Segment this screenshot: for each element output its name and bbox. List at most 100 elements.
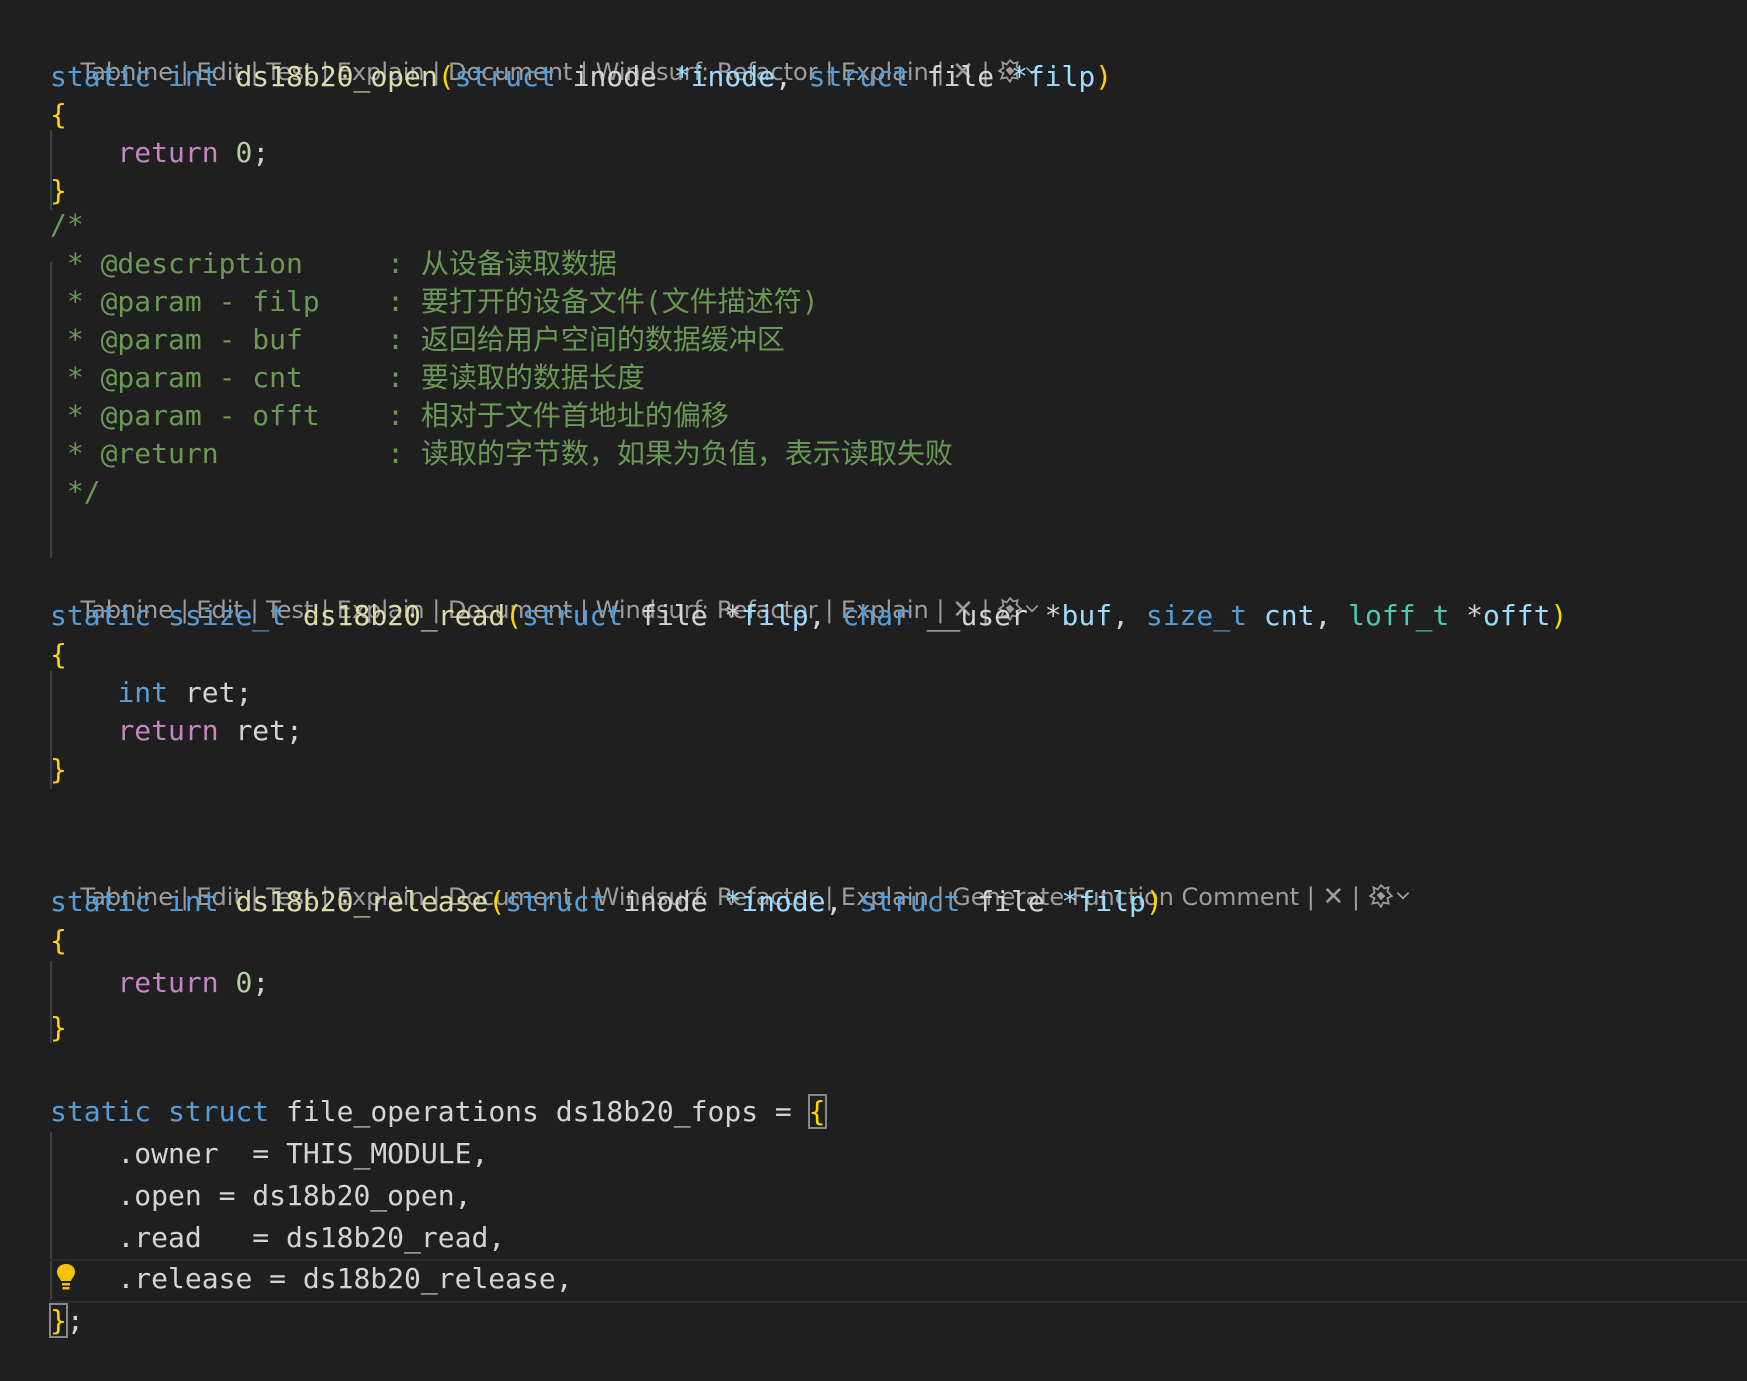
- code-line[interactable]: * @param - offt : 相对于文件首地址的偏移: [50, 395, 1747, 437]
- code-line[interactable]: return 0;: [50, 132, 1747, 174]
- token: file: [926, 60, 995, 93]
- token: static: [50, 1095, 152, 1128]
- token: ,: [1314, 599, 1332, 632]
- token: 0: [235, 966, 253, 999]
- token: struct: [808, 60, 910, 93]
- token: *inode: [673, 60, 775, 93]
- token: int: [168, 60, 219, 93]
- token: static: [50, 60, 152, 93]
- token: offt: [1483, 599, 1551, 632]
- code-line[interactable]: }: [50, 1007, 1747, 1049]
- code-line[interactable]: .read = ds18b20_read,: [50, 1217, 1747, 1259]
- token: inode: [572, 60, 657, 93]
- code-line[interactable]: }: [50, 749, 1747, 791]
- token: static: [50, 885, 152, 918]
- token: *: [1466, 599, 1484, 632]
- code-editor[interactable]: Tabnine | Edit | Test | Explain | Docume…: [0, 0, 1747, 1381]
- code-lens-open: Tabnine | Edit | Test | Explain | Docume…: [50, 24, 1041, 87]
- token: file: [977, 885, 1045, 918]
- token: ;: [235, 676, 253, 709]
- token: .open = ds18b20_open,: [117, 1179, 472, 1212]
- token: }: [50, 174, 67, 207]
- code-line[interactable]: * @return : 读取的字节数，如果为负值，表示读取失败: [50, 433, 1747, 475]
- token: .read = ds18b20_read,: [117, 1221, 506, 1254]
- token: filp: [741, 599, 809, 632]
- token: ds18b20_read: [302, 599, 506, 632]
- code-line[interactable]: {: [50, 94, 1747, 136]
- token: =: [774, 1095, 792, 1128]
- token: struct: [859, 885, 961, 918]
- token: ,: [774, 60, 792, 93]
- code-line[interactable]: int ret;: [50, 672, 1747, 714]
- token: {: [50, 98, 67, 131]
- code-line[interactable]: static struct file_operations ds18b20_fo…: [50, 1091, 1747, 1133]
- token: *: [724, 599, 742, 632]
- bracket-match: }: [49, 1303, 68, 1338]
- code-line[interactable]: };: [49, 1300, 1747, 1342]
- code-line[interactable]: /*: [50, 204, 1747, 246]
- code-line[interactable]: .release = ds18b20_release,: [50, 1258, 1747, 1300]
- token: ,: [1112, 599, 1129, 632]
- code-line[interactable]: * @param - cnt : 要读取的数据长度: [50, 357, 1747, 399]
- token: loff_t: [1348, 599, 1450, 632]
- token: (: [488, 885, 506, 918]
- token: int: [168, 885, 219, 918]
- token: int: [117, 676, 169, 709]
- code-line[interactable]: {: [50, 920, 1747, 962]
- code-line[interactable]: static int ds18b20_open(struct inode *in…: [50, 56, 1747, 98]
- code-line[interactable]: */: [50, 471, 1747, 513]
- lightbulb-icon[interactable]: [55, 1262, 77, 1292]
- token: ;: [252, 136, 270, 169]
- token: (: [505, 599, 523, 632]
- token: {: [50, 638, 67, 671]
- token: char: [842, 599, 910, 632]
- token: return: [117, 714, 219, 747]
- token: ): [1145, 885, 1163, 918]
- code-lens-read: Tabnine | Edit | Test | Explain | Docume…: [50, 562, 1041, 625]
- token: ): [1095, 60, 1113, 93]
- token: ds18b20_fops: [555, 1095, 759, 1128]
- token: buf: [1061, 599, 1113, 632]
- token: struct: [522, 599, 624, 632]
- code-line[interactable]: return 0;: [50, 962, 1747, 1004]
- token: inode: [623, 885, 708, 918]
- token: ret: [235, 714, 287, 747]
- token: (: [437, 60, 455, 93]
- token: ;: [66, 1304, 84, 1337]
- code-line[interactable]: static int ds18b20_release(struct inode …: [50, 881, 1747, 923]
- token: .owner = THIS_MODULE,: [117, 1137, 489, 1170]
- token: return: [117, 966, 219, 999]
- token: ds18b20_release: [235, 885, 489, 918]
- token: 0: [235, 136, 253, 169]
- token: return: [117, 136, 219, 169]
- token: struct: [505, 885, 607, 918]
- token: __user: [926, 599, 1028, 632]
- token: .release = ds18b20_release,: [117, 1262, 573, 1295]
- code-line[interactable]: return ret;: [50, 710, 1747, 752]
- token: ;: [252, 966, 270, 999]
- token: ret: [184, 676, 236, 709]
- bracket-match: {: [807, 1094, 827, 1129]
- token: size_t: [1145, 599, 1247, 632]
- token: ssize_t: [168, 599, 287, 632]
- token: }: [50, 753, 67, 786]
- token: {: [50, 924, 67, 957]
- token: struct: [454, 60, 556, 93]
- token: static: [50, 599, 152, 632]
- token: ): [1550, 599, 1568, 632]
- code-line[interactable]: {: [50, 634, 1747, 676]
- token: struct: [168, 1095, 270, 1128]
- code-line[interactable]: static ssize_t ds18b20_read(struct file …: [50, 595, 1747, 637]
- token: ,: [825, 885, 843, 918]
- token: file_operations: [286, 1095, 539, 1128]
- token: file: [640, 599, 708, 632]
- code-lens-release: Tabnine | Edit | Test | Explain | Docume…: [50, 849, 1412, 912]
- token: *filp: [1061, 885, 1146, 918]
- token: ds18b20_open: [235, 60, 438, 93]
- code-line[interactable]: * @param - filp : 要打开的设备文件(文件描述符): [50, 281, 1747, 323]
- code-line[interactable]: * @param - buf : 返回给用户空间的数据缓冲区: [50, 319, 1747, 361]
- code-line[interactable]: * @description : 从设备读取数据: [50, 243, 1747, 285]
- code-line[interactable]: .owner = THIS_MODULE,: [50, 1133, 1747, 1175]
- token: *filp: [1010, 60, 1096, 93]
- code-line[interactable]: .open = ds18b20_open,: [50, 1175, 1747, 1217]
